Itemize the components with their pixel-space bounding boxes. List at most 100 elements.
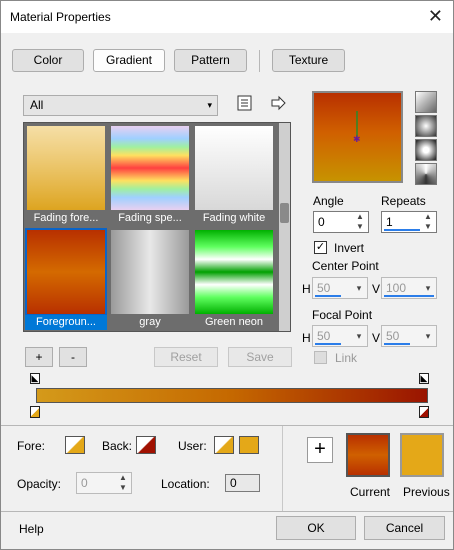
user-swatch[interactable] [214, 436, 234, 454]
title-bar: Material Properties ✕ [1, 1, 453, 33]
save-button[interactable]: Save [228, 347, 292, 367]
gallery-item-label: Green neon [204, 316, 264, 328]
chevron-down-icon: ▾ [207, 100, 212, 110]
gallery-item-label: Fading white [202, 212, 266, 224]
location-field[interactable]: 0 [225, 474, 260, 492]
opacity-stop-right[interactable]: ◣ [419, 373, 429, 384]
back-swatch[interactable] [136, 436, 156, 454]
tab-gradient[interactable]: Gradient [93, 49, 165, 72]
section-divider [1, 425, 453, 426]
center-v-value: 100 [386, 281, 407, 295]
vertical-divider [282, 426, 283, 511]
link-checkbox[interactable] [314, 351, 327, 364]
center-point-icon: ✱ [353, 111, 361, 145]
gallery-item-label: gray [139, 316, 161, 328]
center-h-spinner[interactable]: 50 ▾ [312, 277, 368, 299]
radial-style-icon[interactable] [415, 139, 437, 161]
opacity-stop-left[interactable]: ◣ [30, 373, 40, 384]
center-v-label: V [372, 282, 381, 296]
center-point-label: Center Point [312, 259, 379, 273]
focal-v-spinner[interactable]: 50 ▾ [381, 325, 437, 347]
material-properties-dialog: Material Properties ✕ Color Gradient Pat… [0, 0, 454, 550]
category-dropdown[interactable]: All ▾ [23, 95, 218, 116]
focal-v-label: V [372, 331, 381, 345]
gallery-item-label: Fading fore... [33, 212, 99, 224]
repeats-spinner[interactable]: 1 ▲ ▼ [381, 211, 437, 233]
current-label: Current [350, 485, 391, 499]
angle-spinner[interactable]: 0 ▲ ▼ [313, 211, 369, 233]
opacity-value: 0 [81, 476, 88, 490]
sunburst-style-icon[interactable] [415, 163, 437, 185]
fore-swatch[interactable] [65, 436, 85, 454]
center-h-label: H [302, 282, 311, 296]
help-link[interactable]: Help [19, 522, 44, 536]
gallery-item[interactable]: Fading fore... [25, 124, 107, 226]
repeats-label: Repeats [381, 194, 426, 208]
tab-color[interactable]: Color [12, 49, 84, 72]
tab-texture[interactable]: Texture [272, 49, 345, 72]
gradient-gallery: Fading fore... Fading spe... Fading whit… [23, 122, 291, 332]
spinner-arrows-icon[interactable]: ▲ ▼ [354, 212, 366, 232]
gradient-thumbnail [111, 126, 189, 210]
focal-h-spinner[interactable]: 50 ▾ [312, 325, 368, 347]
user-label: User: [178, 439, 207, 453]
gallery-item[interactable]: Fading white [193, 124, 275, 226]
color-stop-left[interactable] [30, 406, 40, 418]
ok-button[interactable]: OK [276, 516, 356, 540]
gallery-item[interactable]: gray [109, 228, 191, 330]
cancel-button[interactable]: Cancel [364, 516, 445, 540]
current-swatch[interactable] [346, 433, 390, 477]
location-label: Location: [161, 477, 210, 491]
gallery-scrollbar[interactable] [279, 123, 290, 331]
opacity-spinner[interactable]: 0 ▲ ▼ [76, 472, 132, 494]
gradient-editor-bar[interactable] [36, 388, 428, 403]
chevron-down-icon[interactable]: ▾ [422, 326, 434, 346]
add-stop-button[interactable]: + [25, 347, 53, 367]
svg-text:✱: ✱ [353, 135, 361, 145]
previous-label: Previous [403, 485, 450, 499]
category-value: All [30, 98, 44, 112]
gradient-thumbnail [27, 230, 105, 314]
back-label: Back: [102, 439, 133, 453]
chevron-down-icon[interactable]: ▾ [353, 278, 365, 298]
previous-swatch[interactable] [400, 433, 444, 477]
gradient-thumbnail [111, 230, 189, 314]
spinner-arrows-icon[interactable]: ▲ ▼ [117, 473, 129, 493]
invert-checkbox[interactable]: ✓ [314, 241, 327, 254]
list-icon[interactable] [236, 95, 254, 113]
gradient-preview[interactable]: ✱ [312, 91, 403, 183]
gallery-item-label: Fading spe... [118, 212, 182, 224]
gallery-item-selected[interactable]: Foregroun... [25, 228, 107, 330]
footer-divider [1, 511, 453, 512]
gallery-item-label: Foregroun... [25, 315, 107, 330]
repeats-value: 1 [386, 215, 393, 229]
gallery-item[interactable]: Green neon [193, 228, 275, 330]
spinner-arrows-icon[interactable]: ▲ ▼ [422, 212, 434, 232]
linear-style-icon[interactable] [415, 91, 437, 113]
tab-separator [259, 50, 260, 72]
scrollbar-thumb[interactable] [280, 203, 289, 223]
tab-pattern[interactable]: Pattern [174, 49, 247, 72]
location-value: 0 [230, 476, 237, 490]
chevron-down-icon[interactable]: ▾ [353, 326, 365, 346]
gradient-thumbnail [195, 230, 273, 314]
rectangular-style-icon[interactable] [415, 115, 437, 137]
gallery-item[interactable]: Fading spe... [109, 124, 191, 226]
add-swatch-button[interactable]: + [307, 437, 333, 463]
gradient-thumbnail [27, 126, 105, 210]
close-icon[interactable]: ✕ [428, 6, 443, 27]
gradient-thumbnail [195, 126, 273, 210]
focal-v-value: 50 [386, 329, 400, 343]
arrow-right-icon[interactable] [269, 95, 287, 113]
invert-label: Invert [334, 241, 365, 255]
center-h-value: 50 [317, 281, 331, 295]
angle-value: 0 [318, 215, 325, 229]
center-v-spinner[interactable]: 100 ▾ [381, 277, 437, 299]
remove-stop-button[interactable]: - [59, 347, 87, 367]
reset-button[interactable]: Reset [154, 347, 218, 367]
user-color-swatch[interactable] [239, 436, 259, 454]
focal-point-label: Focal Point [312, 308, 373, 322]
fore-label: Fore: [17, 439, 46, 453]
opacity-label: Opacity: [17, 477, 62, 491]
color-stop-right[interactable] [419, 406, 429, 418]
